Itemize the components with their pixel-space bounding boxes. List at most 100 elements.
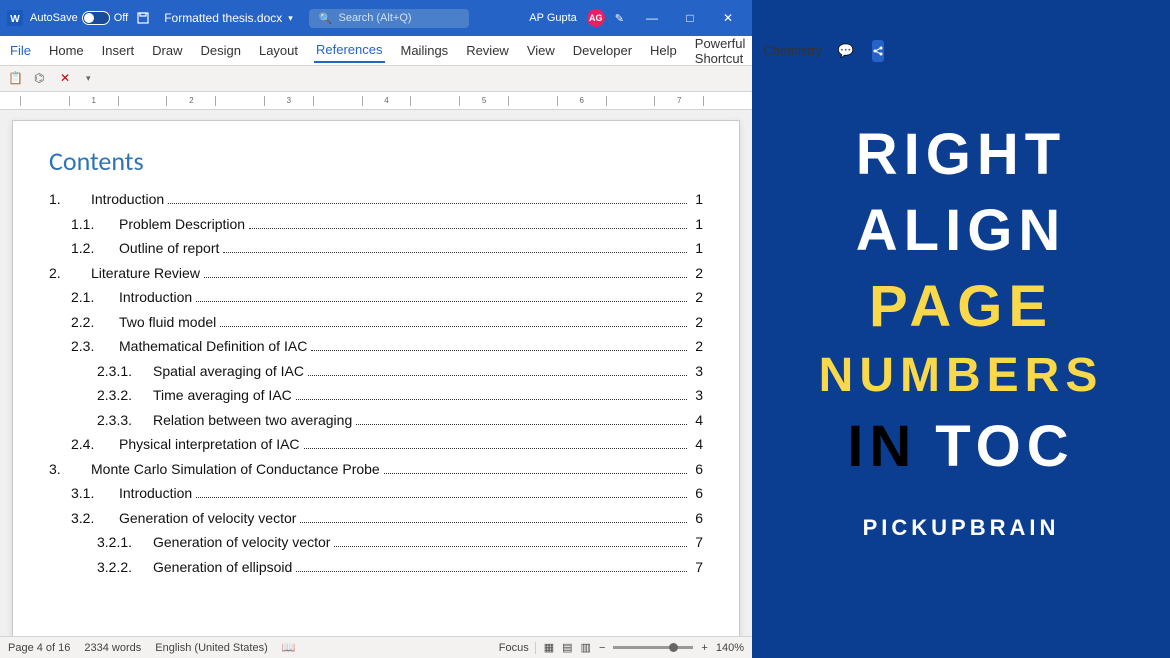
toc-leader: [220, 326, 687, 327]
pen-icon[interactable]: ✎: [615, 12, 624, 25]
language[interactable]: English (United States): [155, 642, 268, 654]
share-button[interactable]: [872, 40, 884, 62]
toc-entry[interactable]: 1.Introduction1: [49, 187, 703, 212]
toc-entry[interactable]: 3.Monte Carlo Simulation of Conductance …: [49, 457, 703, 482]
toc-entry[interactable]: 1.2.Outline of report 1: [49, 236, 703, 261]
toc-page-number: 2: [691, 261, 703, 286]
toc-text: Time averaging of IAC: [153, 383, 292, 408]
search-input[interactable]: 🔍 Search (Alt+Q): [309, 9, 469, 28]
zoom-in-button[interactable]: +: [701, 642, 707, 654]
toc-number: 2.3.2.: [97, 383, 153, 408]
toc-entry[interactable]: 3.2.2.Generation of ellipsoid7: [49, 555, 703, 580]
toc-entry[interactable]: 3.2.1.Generation of velocity vector7: [49, 530, 703, 555]
toc-text: Relation between two averaging: [153, 408, 352, 433]
toc-page-number: 1: [691, 236, 703, 261]
toc-text: Introduction: [91, 187, 164, 212]
toc-entry[interactable]: 2.4.Physical interpretation of IAC 4: [49, 432, 703, 457]
tab-insert[interactable]: Insert: [100, 39, 137, 62]
view-web-icon[interactable]: ▥: [581, 641, 591, 654]
toc-text: Problem Description: [119, 212, 245, 237]
toc-leader: [304, 448, 687, 449]
tab-file[interactable]: File: [8, 39, 33, 62]
brand-name: PICKUPBRAIN: [863, 515, 1060, 541]
toc-text: Outline of report: [119, 236, 219, 261]
tab-references[interactable]: References: [314, 38, 384, 63]
tab-review[interactable]: Review: [464, 39, 511, 62]
tab-design[interactable]: Design: [199, 39, 243, 62]
tab-draw[interactable]: Draw: [150, 39, 184, 62]
banner-line1: RIGHT: [856, 123, 1066, 187]
toc-number: 2.1.: [71, 285, 119, 310]
tab-chemistry[interactable]: Chemistry: [761, 39, 824, 62]
avatar[interactable]: AG: [587, 9, 605, 27]
toc-leader: [249, 228, 687, 229]
word-count[interactable]: 2334 words: [84, 642, 141, 654]
toc-entry[interactable]: 3.1.Introduction 6: [49, 481, 703, 506]
toc-leader: [223, 252, 687, 253]
minimize-button[interactable]: —: [634, 4, 670, 32]
horizontal-ruler[interactable]: 1234567: [0, 92, 752, 110]
zoom-slider[interactable]: [613, 646, 693, 649]
toc-number: 1.2.: [71, 236, 119, 261]
tab-powerful-shortcut[interactable]: Powerful Shortcut: [693, 32, 748, 70]
banner-line3: PAGE: [869, 275, 1053, 339]
toc-entry[interactable]: 2.Literature Review 2: [49, 261, 703, 286]
comments-icon[interactable]: 💬: [838, 43, 854, 59]
page-info[interactable]: Page 4 of 16: [8, 642, 70, 654]
toc-entry[interactable]: 2.1.Introduction 2: [49, 285, 703, 310]
toc-number: 3.2.: [71, 506, 119, 531]
tab-home[interactable]: Home: [47, 39, 86, 62]
paste-icon[interactable]: 📋: [8, 71, 24, 87]
svg-text:W: W: [10, 14, 20, 25]
banner-line6: TOC: [935, 415, 1074, 479]
zoom-level[interactable]: 140%: [716, 642, 744, 654]
toc-text: Spatial averaging of IAC: [153, 359, 304, 384]
ribbon-tabs: File Home Insert Draw Design Layout Refe…: [0, 36, 752, 66]
toc-text: Mathematical Definition of IAC: [119, 334, 307, 359]
toc-page-number: 3: [691, 359, 703, 384]
hierarchy-icon[interactable]: ⌬: [34, 71, 50, 87]
toc-entry[interactable]: 1.1.Problem Description1: [49, 212, 703, 237]
zoom-out-button[interactable]: −: [599, 642, 605, 654]
maximize-button[interactable]: □: [672, 4, 708, 32]
toc-leader: [334, 546, 687, 547]
toc-number: 2.2.: [71, 310, 119, 335]
close-icon[interactable]: ✕: [60, 71, 76, 87]
toc-entry[interactable]: 2.3.3.Relation between two averaging4: [49, 408, 703, 433]
tab-mailings[interactable]: Mailings: [399, 39, 451, 62]
close-button[interactable]: ✕: [710, 4, 746, 32]
toc-entry[interactable]: 3.2.Generation of velocity vector6: [49, 506, 703, 531]
accessibility-icon[interactable]: 📖: [282, 641, 296, 654]
document-name[interactable]: Formatted thesis.docx: [164, 11, 282, 25]
autosave-state: Off: [114, 12, 128, 24]
quick-toolbar: 📋 ⌬ ✕ ▾: [0, 66, 752, 92]
focus-label[interactable]: Focus: [499, 642, 536, 654]
toc-entry[interactable]: 2.2.Two fluid model2: [49, 310, 703, 335]
toc-entry[interactable]: 2.3.1.Spatial averaging of IAC3: [49, 359, 703, 384]
toc-text: Generation of velocity vector: [119, 506, 296, 531]
chevron-down-icon[interactable]: ▾: [288, 13, 293, 24]
page[interactable]: Contents 1.Introduction11.1.Problem Desc…: [12, 120, 740, 636]
tab-view[interactable]: View: [525, 39, 557, 62]
toc-entry[interactable]: 2.3.Mathematical Definition of IAC 2: [49, 334, 703, 359]
tab-help[interactable]: Help: [648, 39, 679, 62]
toc-text: Monte Carlo Simulation of Conductance Pr…: [91, 457, 380, 482]
view-read-icon[interactable]: ▤: [562, 641, 572, 654]
toggle-switch[interactable]: [82, 11, 110, 25]
toc-entry[interactable]: 2.3.2.Time averaging of IAC 3: [49, 383, 703, 408]
tab-layout[interactable]: Layout: [257, 39, 300, 62]
view-print-icon[interactable]: ▦: [544, 641, 554, 654]
autosave-toggle[interactable]: AutoSave Off: [30, 11, 128, 25]
toc-page-number: 7: [691, 555, 703, 580]
save-icon[interactable]: [134, 9, 152, 27]
toc-number: 3.1.: [71, 481, 119, 506]
toc-text: Two fluid model: [119, 310, 216, 335]
toc-page-number: 7: [691, 530, 703, 555]
chevron-down-icon[interactable]: ▾: [86, 73, 91, 84]
user-name[interactable]: AP Gupta: [529, 12, 577, 24]
toc-text: Physical interpretation of IAC: [119, 432, 300, 457]
word-window: W AutoSave Off Formatted thesis.docx ▾ 🔍…: [0, 0, 752, 658]
tab-developer[interactable]: Developer: [571, 39, 634, 62]
title-bar: W AutoSave Off Formatted thesis.docx ▾ 🔍…: [0, 0, 752, 36]
toc-leader: [204, 277, 687, 278]
